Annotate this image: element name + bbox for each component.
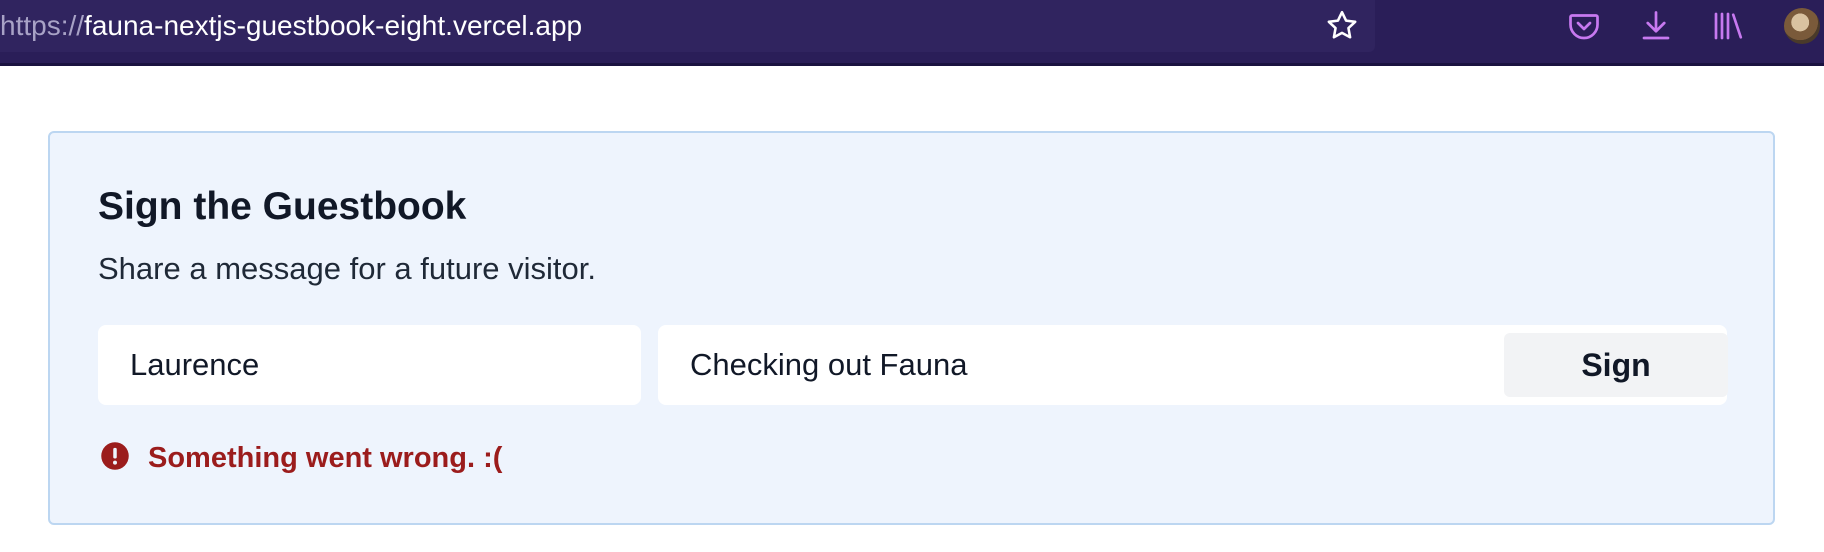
avatar[interactable] <box>1784 8 1820 44</box>
message-field[interactable]: Sign <box>658 325 1728 405</box>
url-text[interactable]: https://fauna-nextjs-guestbook-eight.ver… <box>0 6 582 46</box>
library-icon[interactable] <box>1710 8 1746 44</box>
url-host: fauna-nextjs-guestbook-eight.vercel.app <box>84 10 583 41</box>
error-text: Something went wrong. :( <box>148 442 503 474</box>
pocket-icon[interactable] <box>1566 8 1602 44</box>
url-scheme: https:// <box>0 10 85 41</box>
message-input[interactable] <box>690 325 1490 405</box>
guestbook-card: Sign the Guestbook Share a message for a… <box>48 131 1775 525</box>
star-icon[interactable] <box>1324 8 1360 44</box>
name-input[interactable] <box>130 325 620 405</box>
sign-button[interactable]: Sign <box>1504 333 1728 397</box>
page-subtitle: Share a message for a future visitor. <box>98 251 596 286</box>
exclamation-circle-icon <box>101 442 129 470</box>
url-bar[interactable]: https://fauna-nextjs-guestbook-eight.ver… <box>0 0 1375 52</box>
browser-toolbar: https://fauna-nextjs-guestbook-eight.ver… <box>0 0 1824 66</box>
page-title: Sign the Guestbook <box>98 185 467 228</box>
name-field[interactable] <box>98 325 641 405</box>
download-icon[interactable] <box>1638 8 1674 44</box>
